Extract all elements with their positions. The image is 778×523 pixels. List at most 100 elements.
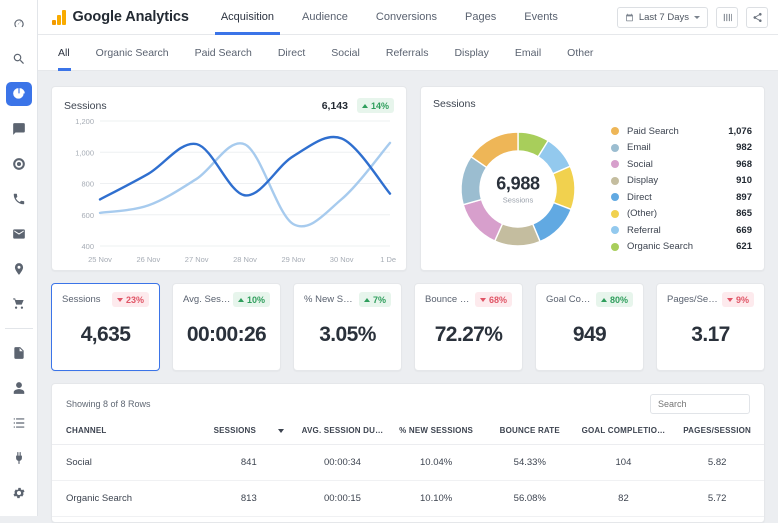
table-toolbar: Showing 8 of 8 Rows (52, 384, 764, 420)
kpi-value: 3.17 (691, 323, 730, 346)
svg-text:30 Nov: 30 Nov (330, 255, 354, 264)
kpi-label: Pages/Se… (667, 294, 718, 305)
kpi-delta-value: 9% (735, 294, 749, 305)
legend-item[interactable]: Email 982 (611, 140, 752, 157)
calendar-icon (625, 13, 633, 21)
table-header-pages-session[interactable]: PAGES/SESSION (670, 420, 764, 445)
columns-button[interactable] (716, 6, 738, 28)
table-header-avg-session-du[interactable]: AVG. SESSION DU… (295, 420, 390, 445)
kpi-header: Avg. Ses… 10% (183, 292, 270, 307)
sidebar-item-search[interactable] (6, 47, 32, 71)
kpi-header: % New S… 7% (304, 292, 391, 307)
legend-item[interactable]: (Other) 865 (611, 206, 752, 223)
line-chart-delta-value: 14% (370, 100, 389, 111)
table-header-label: BOUNCE RATE (499, 426, 560, 435)
table-cell-new-sessions: 10.04% (389, 444, 483, 481)
arrow-down-icon (116, 297, 123, 302)
donut-center-value: 6,988 (496, 173, 540, 194)
top-bar-actions: Last 7 Days (616, 6, 768, 28)
table-header-label: SESSIONS (213, 426, 257, 435)
nav-item-label: Audience (302, 11, 348, 23)
nav-item-pages[interactable]: Pages (451, 0, 510, 35)
legend-label: (Other) (627, 208, 658, 220)
sidebar-item-mail[interactable] (6, 222, 32, 246)
table-row[interactable]: Social 841 00:00:34 10.04% 54.33% 104 5.82 (52, 444, 764, 481)
kpi-label: Bounce … (425, 294, 470, 305)
date-range-picker[interactable]: Last 7 Days (616, 6, 708, 28)
legend-item[interactable]: Direct 897 (611, 189, 752, 206)
nav-item-events[interactable]: Events (510, 0, 572, 35)
subtab-referrals[interactable]: Referrals (373, 35, 442, 71)
sidebar-item-dashboard[interactable] (6, 12, 32, 36)
sidebar-item-commerce[interactable] (6, 292, 32, 316)
legend-item[interactable]: Organic Search 621 (611, 239, 752, 256)
nav-item-acquisition[interactable]: Acquisition (207, 0, 288, 35)
kpi-delta-badge: 7% (358, 292, 391, 307)
table-header-goal-completio[interactable]: GOAL COMPLETIO… (576, 420, 671, 445)
main-nav: Acquisition Audience Conversions Pages Event… (207, 0, 572, 35)
donut-center-label: Sessions (502, 195, 534, 205)
brand-logo[interactable]: Google Analytics (52, 9, 189, 25)
kpi-card-sessions[interactable]: Sessions 23% 4,635 (51, 283, 160, 371)
kpi-value: 4,635 (80, 323, 131, 346)
kpi-header: Sessions 23% (62, 292, 149, 307)
table-header-channel[interactable]: CHANNEL (52, 420, 202, 445)
sidebar-item-calls[interactable] (6, 187, 32, 211)
subtab-paid-search[interactable]: Paid Search (182, 35, 265, 71)
kpi-delta-badge: 80% (595, 292, 633, 307)
sidebar-item-lists[interactable] (6, 411, 32, 435)
table-body: Social 841 00:00:34 10.04% 54.33% 104 5.82 Orga… (52, 444, 764, 517)
svg-text:28 Nov: 28 Nov (233, 255, 257, 264)
kpi-value: 00:00:26 (186, 323, 267, 346)
sidebar-item-support[interactable] (6, 152, 32, 176)
kpi-label: Avg. Ses… (183, 294, 231, 305)
line-chart-total: 6,143 (321, 99, 348, 112)
subtab-other[interactable]: Other (554, 35, 606, 71)
subtab-label: Social (331, 46, 360, 59)
kpi-card-pages-se[interactable]: Pages/Se… 9% 3.17 (656, 283, 765, 371)
subtab-all[interactable]: All (52, 35, 83, 71)
table-search-input[interactable] (650, 394, 750, 414)
legend-item[interactable]: Paid Search 1,076 (611, 123, 752, 140)
table-header--new-sessions[interactable]: % NEW SESSIONS (389, 420, 483, 445)
share-button[interactable] (746, 6, 768, 28)
legend-label: Email (627, 142, 651, 154)
table-cell-goals: 82 (576, 480, 671, 517)
nav-item-conversions[interactable]: Conversions (362, 0, 451, 35)
sidebar-item-documents[interactable] (6, 341, 32, 365)
sidebar-item-messages[interactable] (6, 117, 32, 141)
kpi-card--new-s[interactable]: % New S… 7% 3.05% (293, 283, 402, 371)
nav-item-audience[interactable]: Audience (288, 0, 362, 35)
svg-text:1 Dec: 1 Dec (380, 255, 396, 264)
sidebar-item-settings[interactable] (6, 481, 32, 505)
table-row[interactable]: Organic Search 813 00:00:15 10.10% 56.08% 82 5… (52, 480, 764, 517)
subtab-label: All (58, 46, 70, 59)
subtab-direct[interactable]: Direct (265, 35, 318, 71)
sidebar-item-analytics[interactable] (5, 81, 32, 106)
sidebar-item-users[interactable] (6, 376, 32, 400)
legend-item[interactable]: Social 968 (611, 156, 752, 173)
kpi-card-goal-co[interactable]: Goal Co… 80% 949 (535, 283, 644, 371)
legend-item[interactable]: Referral 669 (611, 222, 752, 239)
subtab-display[interactable]: Display (441, 35, 501, 71)
legend-color-dot (611, 160, 619, 169)
kpi-card-bounce[interactable]: Bounce … 68% 72.27% (414, 283, 523, 371)
subtab-email[interactable]: Email (502, 35, 554, 71)
sort-descending-icon[interactable] (278, 428, 285, 433)
kpi-value: 3.05% (319, 323, 376, 346)
share-icon (752, 12, 762, 22)
legend-item[interactable]: Display 910 (611, 173, 752, 190)
sidebar-item-locations[interactable] (6, 257, 32, 281)
sidebar-item-integrations[interactable] (6, 446, 32, 470)
table-cell-pages: 5.82 (670, 444, 764, 481)
shopping-cart-icon (12, 298, 24, 310)
table-header-bounce-rate[interactable]: BOUNCE RATE (482, 420, 577, 445)
table-header-sessions[interactable]: SESSIONS (202, 420, 296, 445)
kpi-card-avg-ses[interactable]: Avg. Ses… 10% 00:00:26 (172, 283, 281, 371)
legend-color-dot (611, 193, 619, 202)
svg-text:800: 800 (81, 180, 94, 189)
table-header-label: CHANNEL (66, 426, 107, 435)
legend-value: 897 (736, 191, 752, 203)
subtab-social[interactable]: Social (318, 35, 373, 71)
subtab-organic-search[interactable]: Organic Search (83, 35, 182, 71)
